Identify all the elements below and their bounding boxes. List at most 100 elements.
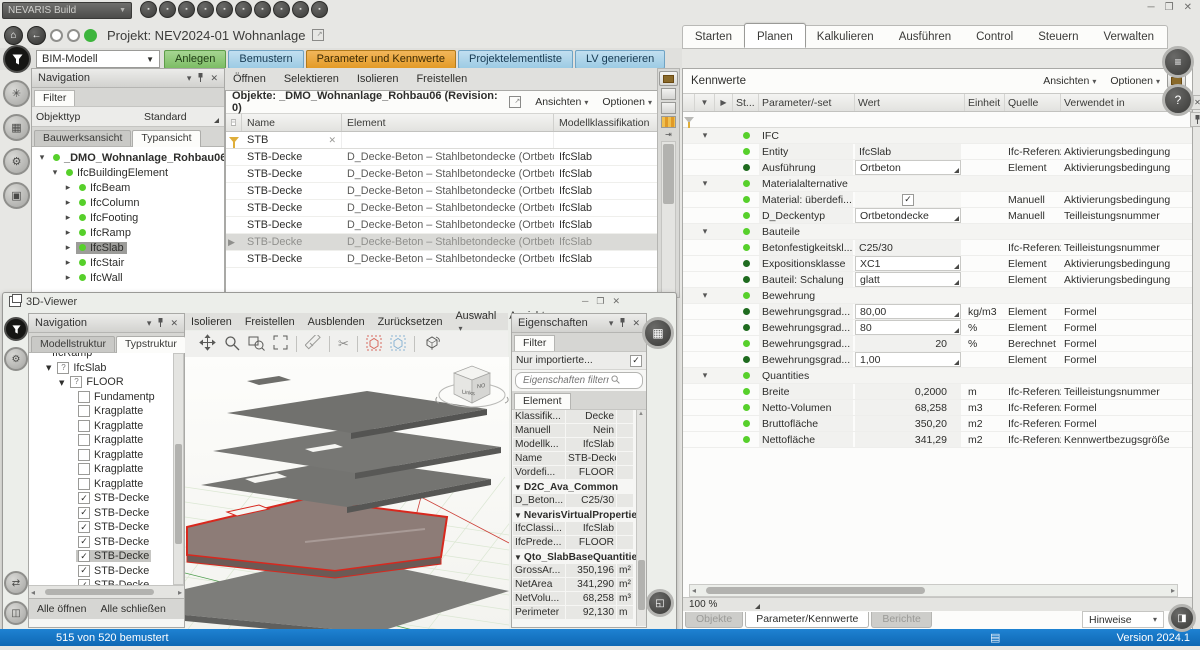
ansichten-menu[interactable]: Ansichten▾ (535, 96, 588, 108)
viewer-tree-item-fundamentp[interactable]: Fundamentp (29, 390, 184, 405)
pin-icon[interactable] (197, 73, 204, 84)
bottom-tab-parameter-kennwerte[interactable]: Parameter/Kennwerte (745, 612, 869, 628)
tab-modellstruktur[interactable]: Modellstruktur (31, 336, 115, 352)
kennwerte-param-row[interactable]: Breite0,2000mIfc-ReferenzTeilleistungsnu… (683, 384, 1192, 400)
parameter-und-kennwerte-button[interactable]: Parameter und Kennwerte (306, 50, 456, 69)
visibility-checkbox[interactable] (78, 507, 90, 519)
viewer-tree-item-ifcslab[interactable]: ▾IfcSlab (29, 361, 184, 376)
kennwerte-group-row[interactable]: ▾Materialalternative (683, 176, 1192, 192)
objects-row[interactable]: STB-DeckeD_Decke-Beton – Stahlbetondecke… (226, 149, 658, 166)
close-icon[interactable]: ✕ (1184, 2, 1192, 13)
close-icon[interactable]: ✕ (210, 73, 218, 84)
calculator-circle-button[interactable]: ▦ (3, 114, 30, 141)
zurücksetzen-button[interactable]: Zurücksetzen (378, 316, 443, 328)
eigenschaften-row[interactable]: NetVolu...68,258m³ (513, 592, 645, 605)
eigenschaften-row[interactable]: Perimeter92,130m (513, 606, 645, 619)
element-filter-input[interactable] (342, 132, 554, 148)
zoom-fit-icon[interactable] (273, 335, 288, 353)
visibility-checkbox[interactable] (78, 449, 90, 461)
visibility-checkbox[interactable] (78, 434, 90, 446)
eigenschaften-group-nevarisvirtualproperties[interactable]: ▼NevarisVirtualProperties (512, 508, 646, 522)
pin-icon[interactable] (157, 318, 164, 329)
quick-access-button-7[interactable]: ▪ (254, 1, 271, 18)
optionen-menu[interactable]: Optionen▾ (1110, 75, 1160, 87)
optionen-menu[interactable]: Optionen▾ (602, 96, 652, 108)
viewer-tree-item-kragplatte[interactable]: Kragplatte (29, 462, 184, 477)
tab-verwalten[interactable]: Verwalten (1091, 26, 1167, 48)
visibility-checkbox[interactable] (78, 579, 90, 585)
viewer-tree-item-kragplatte[interactable]: Kragplatte (29, 419, 184, 434)
viewport-3d[interactable]: Links NO (185, 357, 509, 629)
objects-row[interactable]: ▶STB-DeckeD_Decke-Beton – Stahlbetondeck… (226, 234, 658, 251)
öffnen-button[interactable]: Öffnen (233, 73, 266, 85)
freistellen-button[interactable]: Freistellen (245, 316, 295, 328)
layout-square-2[interactable] (661, 102, 676, 114)
kennwerte-param-row[interactable]: Bauteil: SchalungglattElementAktivierung… (683, 272, 1192, 288)
menu-circle-button[interactable]: ≡ (1162, 46, 1194, 78)
viewer-tree-item-kragplatte[interactable]: Kragplatte (29, 448, 184, 463)
eigenschaften-row[interactable]: Vordefi...FLOOR (513, 466, 645, 479)
visibility-checkbox[interactable] (78, 550, 90, 562)
tree-item-ifcbuildingelement[interactable]: ▾IfcBuildingElement (32, 165, 224, 180)
visibility-checkbox[interactable] (70, 376, 82, 388)
tree-item-ifcbeam[interactable]: ▸IfcBeam (32, 180, 224, 195)
kennwerte-group-row[interactable]: ▾Quantities (683, 368, 1192, 384)
tree-item-ifcramp[interactable]: ▸IfcRamp (32, 225, 224, 240)
eigenschaften-group-qto_slabbasequantities[interactable]: ▼Qto_SlabBaseQuantities (512, 550, 646, 564)
dropdown-icon[interactable]: ▾ (609, 318, 614, 329)
objects-vertical-scrollbar[interactable] (661, 141, 676, 295)
tab-element[interactable]: Element (514, 393, 571, 409)
minimize-icon[interactable]: ─ (582, 296, 588, 307)
eigenschaften-row[interactable]: Modellk...IfcSlab (513, 438, 645, 451)
alle-schliessen-link[interactable]: Alle schließen (100, 603, 165, 615)
export-circle-button[interactable]: ◱ (646, 589, 674, 617)
viewer-tree-item-kragplatte[interactable]: Kragplatte (29, 477, 184, 492)
eigenschaften-row[interactable]: Klassifik...Decke (513, 410, 645, 423)
kennwerte-param-row[interactable]: Bewehrungsgrad...80,00kg/m3ElementFormel (683, 304, 1192, 320)
lv-generieren-button[interactable]: LV generieren (575, 50, 665, 69)
viewer-tree-item-stb-decke[interactable]: STB-Decke (29, 535, 184, 550)
objects-row[interactable]: STB-DeckeD_Decke-Beton – Stahlbetondecke… (226, 217, 658, 234)
viewer-tree-scrollbar[interactable] (173, 353, 184, 585)
expand-panel-button[interactable]: ⇄ (4, 571, 28, 595)
eigenschaften-row[interactable]: IfcPrede...FLOOR (513, 536, 645, 549)
module-selector[interactable]: BIM-Modell ▼ (36, 50, 160, 68)
clipboard-icon[interactable]: ▤ (990, 631, 1000, 644)
tree-item-_dmo_wohnanlage_rohbau06[interactable]: ▾_DMO_Wohnanlage_Rohbau06 (32, 150, 224, 165)
visibility-checkbox[interactable] (78, 463, 90, 475)
tab-planen[interactable]: Planen (744, 23, 806, 48)
isolieren-button[interactable]: Isolieren (191, 316, 232, 328)
settings-circle-button[interactable]: ⚙ (3, 148, 30, 175)
visibility-checkbox[interactable] (78, 405, 90, 417)
collapse-panel-button[interactable]: ◫ (4, 601, 28, 625)
quick-access-button-6[interactable]: ▪ (235, 1, 252, 18)
tab-control[interactable]: Control (964, 26, 1026, 48)
hinweise-button[interactable]: Hinweise▾ (1082, 611, 1164, 628)
tree-item-ifcfooting[interactable]: ▸IfcFooting (32, 210, 224, 225)
kennwerte-param-row[interactable]: Bewehrungsgrad...20%BerechnetFormel (683, 336, 1192, 352)
clipbox-blue-icon[interactable] (390, 335, 406, 354)
kennwerte-param-row[interactable]: EntityIfcSlabIfc-ReferenzAktivierungsbed… (683, 144, 1192, 160)
clear-filter-icon[interactable]: ✕ (328, 135, 336, 146)
bottom-tab-objekte[interactable]: Objekte (685, 612, 743, 628)
kennwerte-param-row[interactable]: Betonfestigkeitskl...C25/30Ifc-ReferenzT… (683, 240, 1192, 256)
selektieren-button[interactable]: Selektieren (284, 73, 339, 85)
freistellen-button[interactable]: Freistellen (416, 73, 467, 85)
alle-oeffnen-link[interactable]: Alle öffnen (37, 603, 86, 615)
external-link-icon[interactable]: ↗ (312, 29, 324, 41)
column-header-parameter[interactable]: Parameter/-set (759, 94, 855, 111)
quick-access-button-2[interactable]: ▪ (159, 1, 176, 18)
kennwerte-param-row[interactable]: Bewehrungsgrad...1,00ElementFormel (683, 352, 1192, 368)
eigenschaften-row[interactable]: GrossAr...350,196m² (513, 564, 645, 577)
viewer-titlebar[interactable]: 3D-Viewer ─ ❐ ✕ (3, 293, 676, 310)
visibility-checkbox[interactable] (57, 362, 69, 374)
home-button[interactable]: ⌂ (4, 26, 23, 45)
tab-steuern[interactable]: Steuern (1026, 26, 1091, 48)
zoom-level[interactable]: 100 % (689, 599, 717, 610)
external-link-icon[interactable]: ↗ (509, 96, 521, 108)
column-header-element[interactable]: Element (342, 114, 554, 131)
kennwerte-param-row[interactable]: Nettofläche341,29m2Ifc-ReferenzKennwertb… (683, 432, 1192, 448)
quick-access-button-4[interactable]: ▪ (197, 1, 214, 18)
eigenschaften-filter-input[interactable] (521, 374, 611, 387)
kennwerte-param-row[interactable]: D_DeckentypOrtbetondeckeManuellTeilleist… (683, 208, 1192, 224)
